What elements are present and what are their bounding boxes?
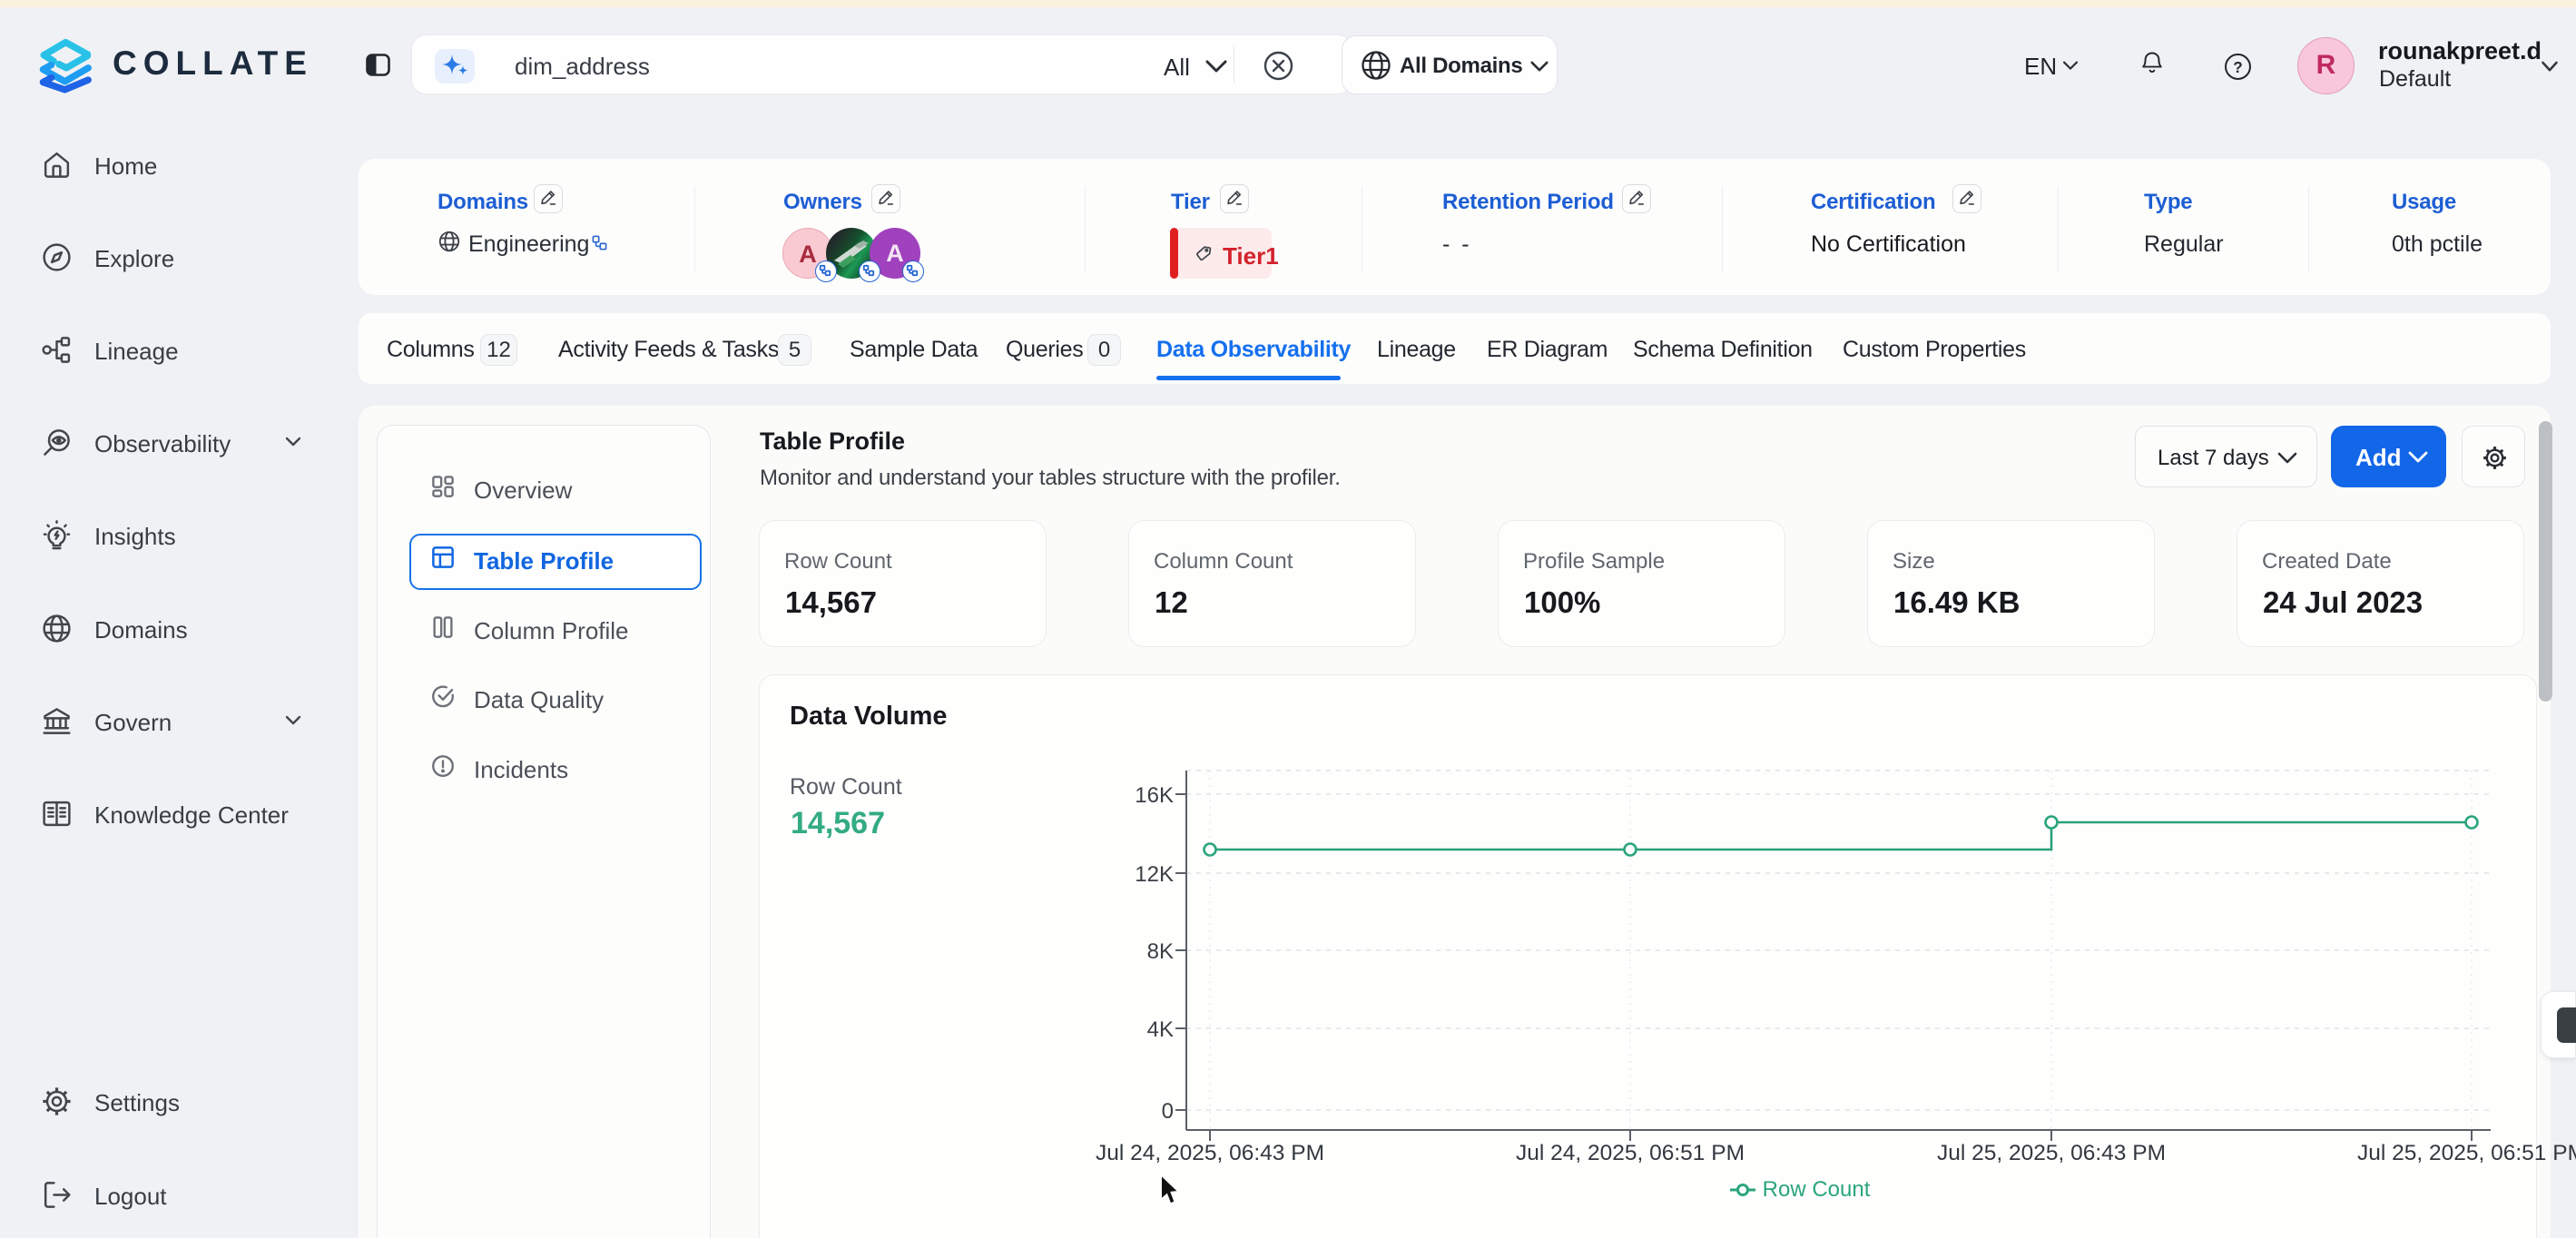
svg-text:Jul 24, 2025, 06:43 PM: Jul 24, 2025, 06:43 PM: [1096, 1141, 1324, 1165]
svg-text:?: ?: [2233, 58, 2242, 76]
svg-text:Jul 25, 2025, 06:51 PM: Jul 25, 2025, 06:51 PM: [2357, 1141, 2576, 1165]
svg-text:Jul 24, 2025, 06:51 PM: Jul 24, 2025, 06:51 PM: [1516, 1141, 1745, 1165]
svg-text:4K: 4K: [1147, 1017, 1174, 1042]
svg-text:16K: 16K: [1135, 783, 1174, 808]
svg-text:0: 0: [1162, 1099, 1174, 1124]
svg-text:8K: 8K: [1147, 939, 1174, 964]
svg-text:Jul 25, 2025, 06:43 PM: Jul 25, 2025, 06:43 PM: [1937, 1141, 2166, 1165]
svg-text:12K: 12K: [1135, 862, 1174, 887]
